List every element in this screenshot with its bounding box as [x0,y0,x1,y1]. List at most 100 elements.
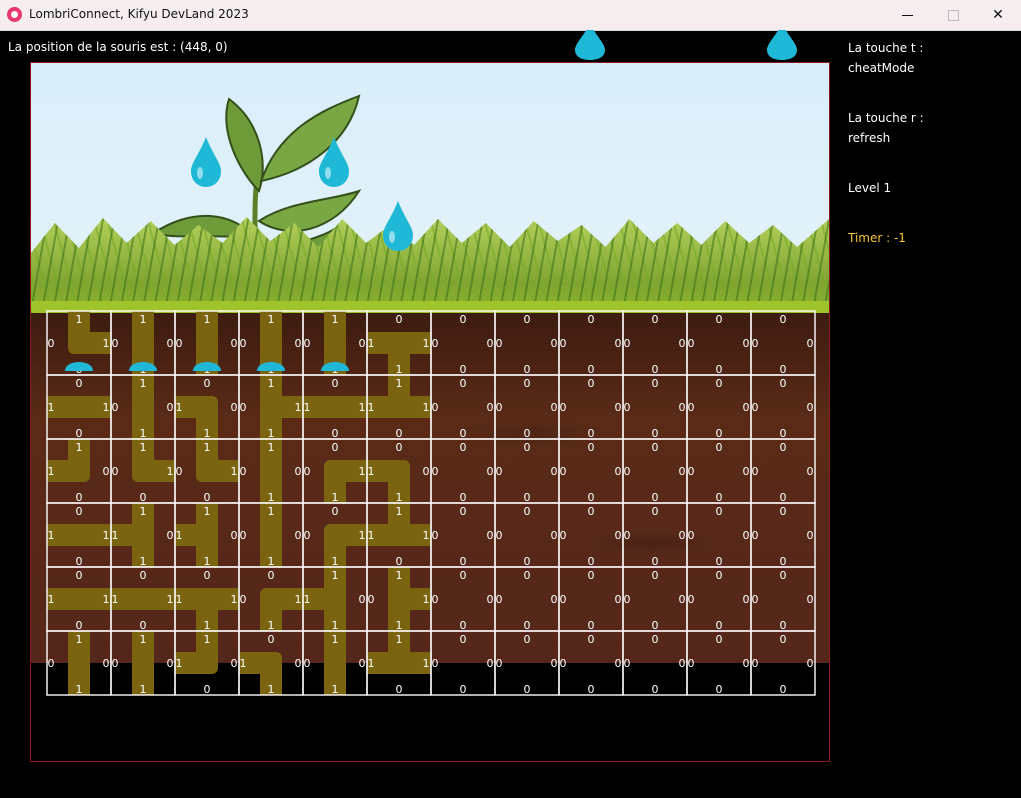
connection-value: 0 [780,377,787,390]
connection-value: 0 [460,683,467,696]
connection-value: 0 [460,363,467,376]
connection-value: 1 [48,529,55,542]
connection-value: 0 [524,619,531,632]
connection-value: 0 [204,569,211,582]
connection-value: 0 [76,427,83,440]
connection-value: 1 [396,505,403,518]
game-board[interactable]: 1100101010101010101001110000000000000000… [30,62,830,762]
connection-value: 0 [359,593,366,606]
connection-value: 0 [752,465,759,478]
connection-value: 1 [167,465,174,478]
cheat-mode-hint: La touche t : cheatMode [848,38,923,78]
connection-value: 0 [716,683,723,696]
connection-value: 0 [588,441,595,454]
connection-value: 0 [167,401,174,414]
connection-value: 0 [560,593,567,606]
connection-value: 0 [588,491,595,504]
connection-value: 0 [231,529,238,542]
connection-value: 0 [743,337,750,350]
connection-value: 0 [524,633,531,646]
connection-value: 1 [268,683,275,696]
connection-value: 0 [524,427,531,440]
connection-value: 0 [716,491,723,504]
connection-value: 0 [268,569,275,582]
connection-value: 0 [588,505,595,518]
connection-value: 0 [304,529,311,542]
connection-value: 0 [112,337,119,350]
connection-value: 0 [780,313,787,326]
connection-value: 0 [423,465,430,478]
connection-value: 1 [396,377,403,390]
connection-value: 1 [112,529,119,542]
connection-value: 0 [652,427,659,440]
minimize-button[interactable] [884,0,930,30]
connection-value: 0 [332,377,339,390]
connection-value: 1 [268,441,275,454]
connection-value: 0 [551,337,558,350]
connection-value: 0 [460,569,467,582]
connection-value: 0 [716,569,723,582]
connection-value: 0 [524,363,531,376]
connection-value: 0 [615,593,622,606]
tile-grid[interactable]: 1100101010101010101001110000000000000000… [46,310,816,700]
connection-value: 0 [752,593,759,606]
connection-value: 0 [167,529,174,542]
connection-value: 0 [204,491,211,504]
connection-value: 0 [396,683,403,696]
connection-value: 0 [780,555,787,568]
connection-value: 0 [652,569,659,582]
connection-value: 0 [652,363,659,376]
connection-value: 0 [103,657,110,670]
connection-value: 1 [396,569,403,582]
connection-value: 0 [652,313,659,326]
connection-value: 0 [752,401,759,414]
connection-value: 0 [624,657,631,670]
connection-value: 0 [551,401,558,414]
close-icon: ✕ [992,7,1004,23]
connection-value: 0 [295,465,302,478]
connection-value: 0 [624,465,631,478]
connection-value: 0 [615,529,622,542]
connection-value: 0 [624,593,631,606]
connection-value: 1 [295,401,302,414]
connection-value: 0 [304,657,311,670]
cheat-key-label: La touche t : [848,41,924,55]
connection-value: 0 [460,427,467,440]
connection-value: 1 [268,377,275,390]
connection-value: 0 [496,529,503,542]
connection-value: 1 [423,593,430,606]
connection-value: 0 [752,337,759,350]
minimize-icon [901,14,913,16]
connection-value: 1 [368,337,375,350]
connection-value: 1 [103,529,110,542]
connection-value: 0 [524,491,531,504]
title-bar: LombriConnect, Kifyu DevLand 2023 ✕ [0,0,1021,31]
connection-value: 0 [588,363,595,376]
connection-value: 1 [48,401,55,414]
cheat-key-action: cheatMode [848,61,915,75]
connection-value: 0 [76,555,83,568]
connection-value: 0 [396,441,403,454]
heart-app-icon [7,7,22,22]
connection-value: 0 [460,377,467,390]
connection-value: 0 [460,619,467,632]
connection-value: 0 [231,401,238,414]
connection-value: 1 [103,593,110,606]
connection-value: 0 [716,441,723,454]
connection-value: 1 [304,401,311,414]
connection-value: 0 [560,529,567,542]
connection-value: 0 [76,377,83,390]
connection-value: 0 [524,441,531,454]
connection-value: 1 [204,313,211,326]
connection-value: 0 [432,593,439,606]
connection-value: 0 [780,619,787,632]
connection-value: 0 [460,555,467,568]
refresh-key-label: La touche r : [848,111,924,125]
maximize-button[interactable] [930,0,976,30]
connection-value: 0 [716,313,723,326]
connection-value: 0 [432,337,439,350]
connection-value: 0 [688,401,695,414]
connection-value: 0 [524,505,531,518]
close-button[interactable]: ✕ [975,0,1021,30]
connection-value: 0 [231,657,238,670]
